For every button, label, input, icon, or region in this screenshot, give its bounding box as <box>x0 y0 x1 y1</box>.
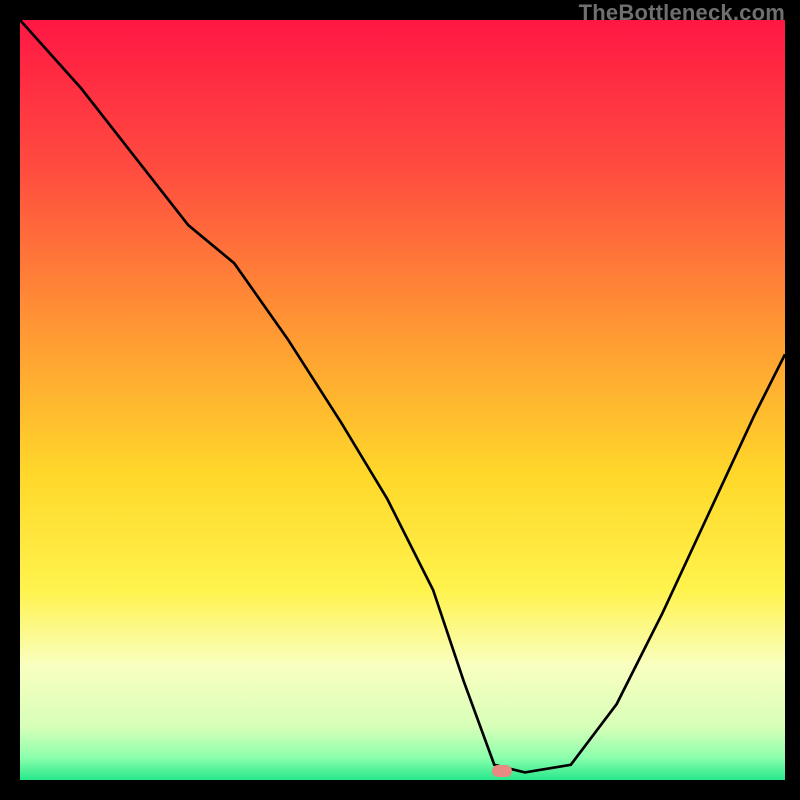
chart-frame: TheBottleneck.com <box>0 0 800 800</box>
bottleneck-curve <box>20 20 785 772</box>
curve-layer <box>20 20 785 780</box>
watermark-text: TheBottleneck.com <box>579 0 785 26</box>
plot-area <box>20 20 785 780</box>
optimal-marker <box>492 765 512 777</box>
